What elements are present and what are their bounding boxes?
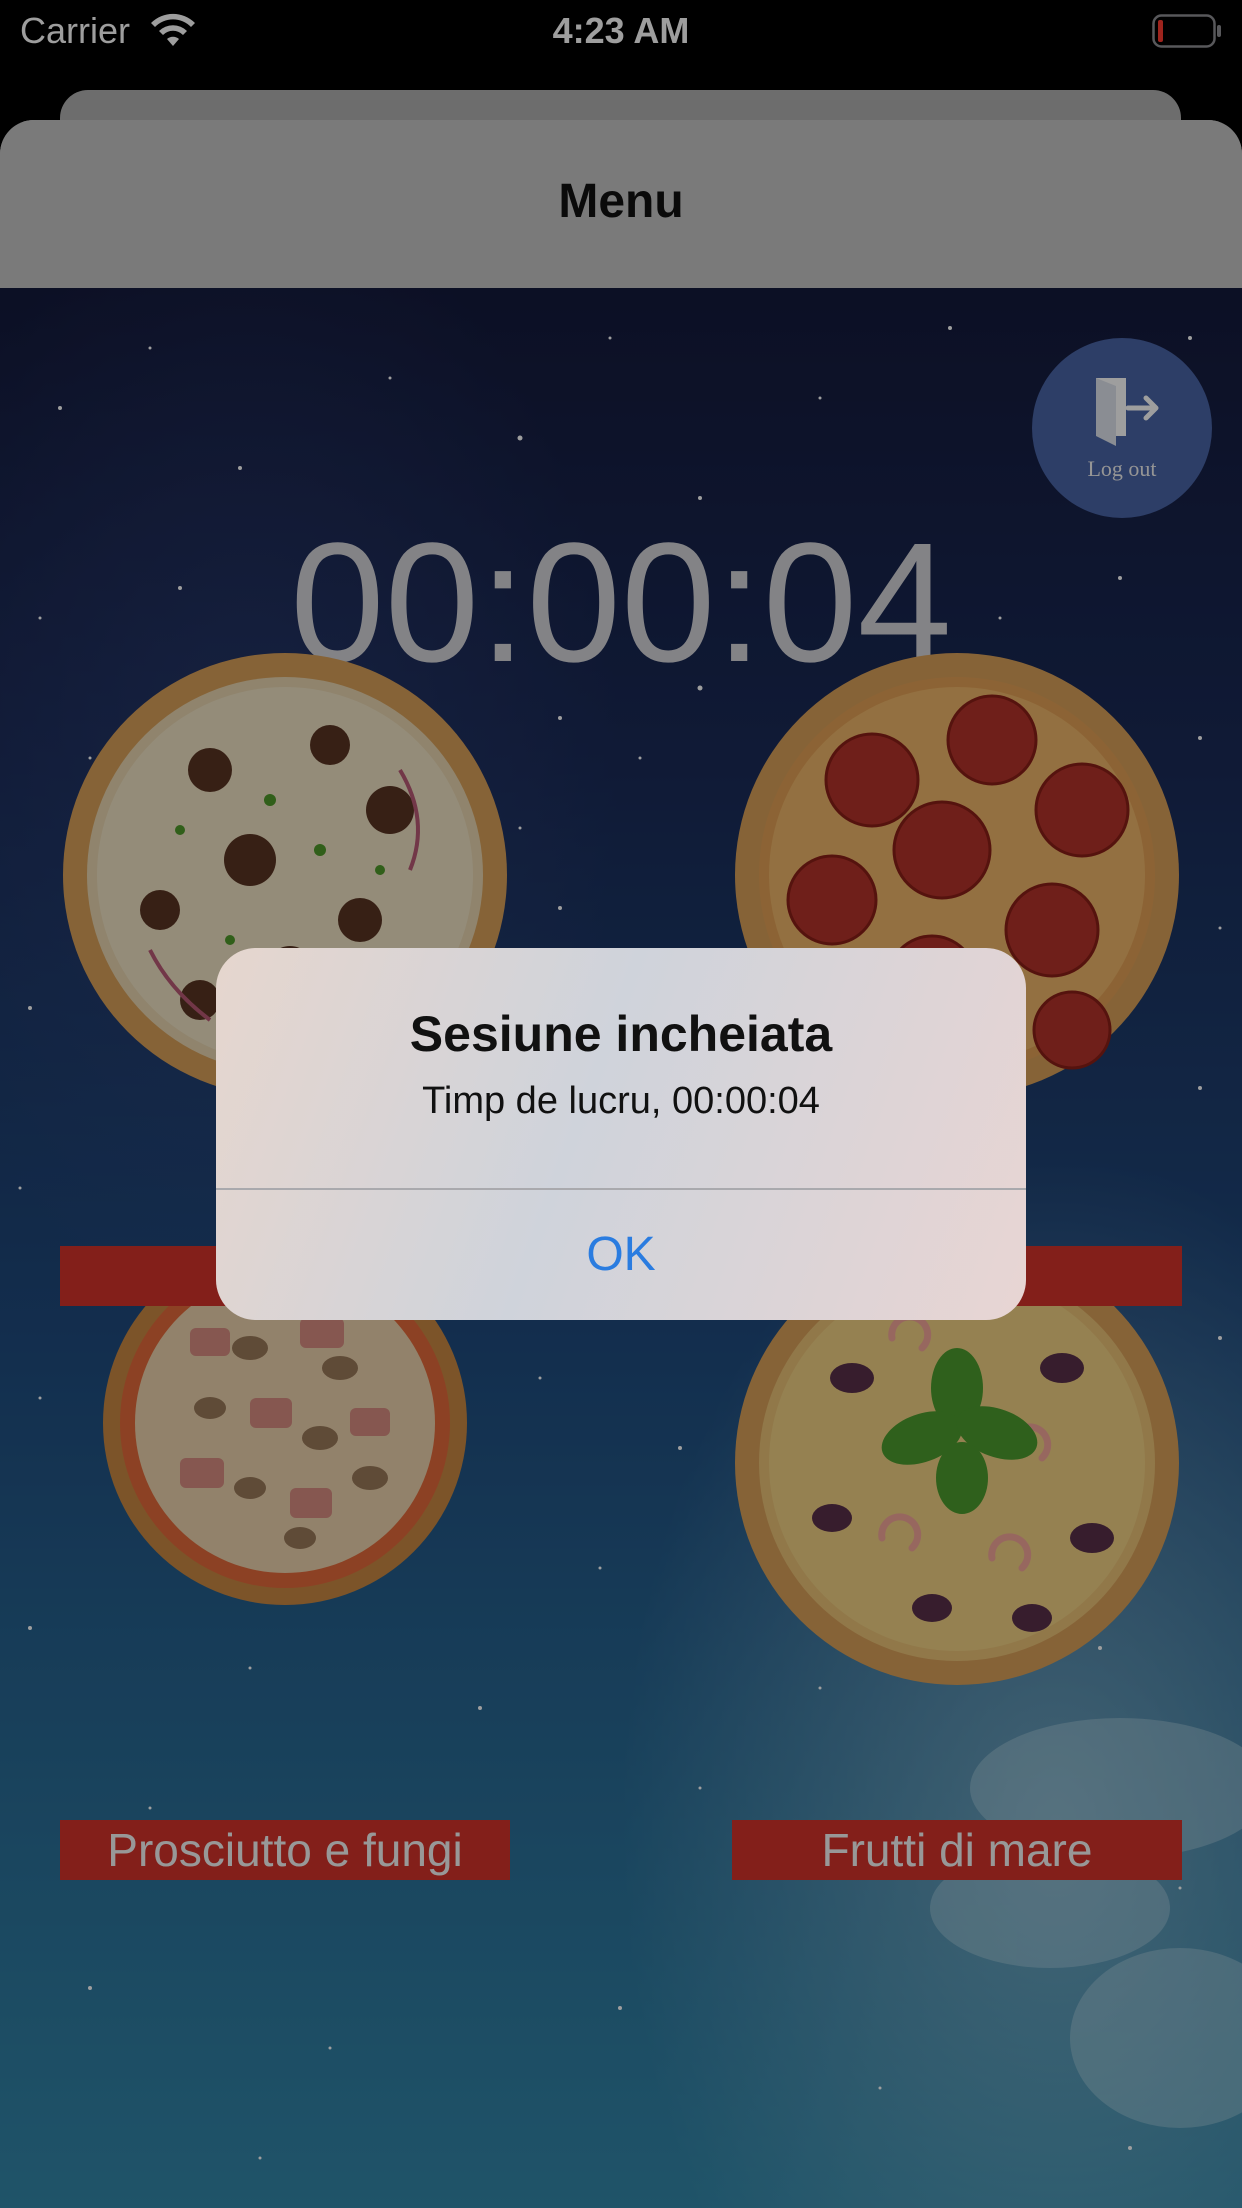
- alert-ok-button[interactable]: OK: [216, 1190, 1026, 1320]
- app-screen: Carrier 4:23 AM Menu 00:00:04 Log out Pr…: [0, 0, 1242, 2208]
- alert-message: Timp de lucru, 00:00:04: [422, 1080, 820, 1122]
- session-ended-alert: Sesiune incheiata Timp de lucru, 00:00:0…: [216, 948, 1026, 1320]
- alert-title: Sesiune incheiata: [409, 1006, 833, 1062]
